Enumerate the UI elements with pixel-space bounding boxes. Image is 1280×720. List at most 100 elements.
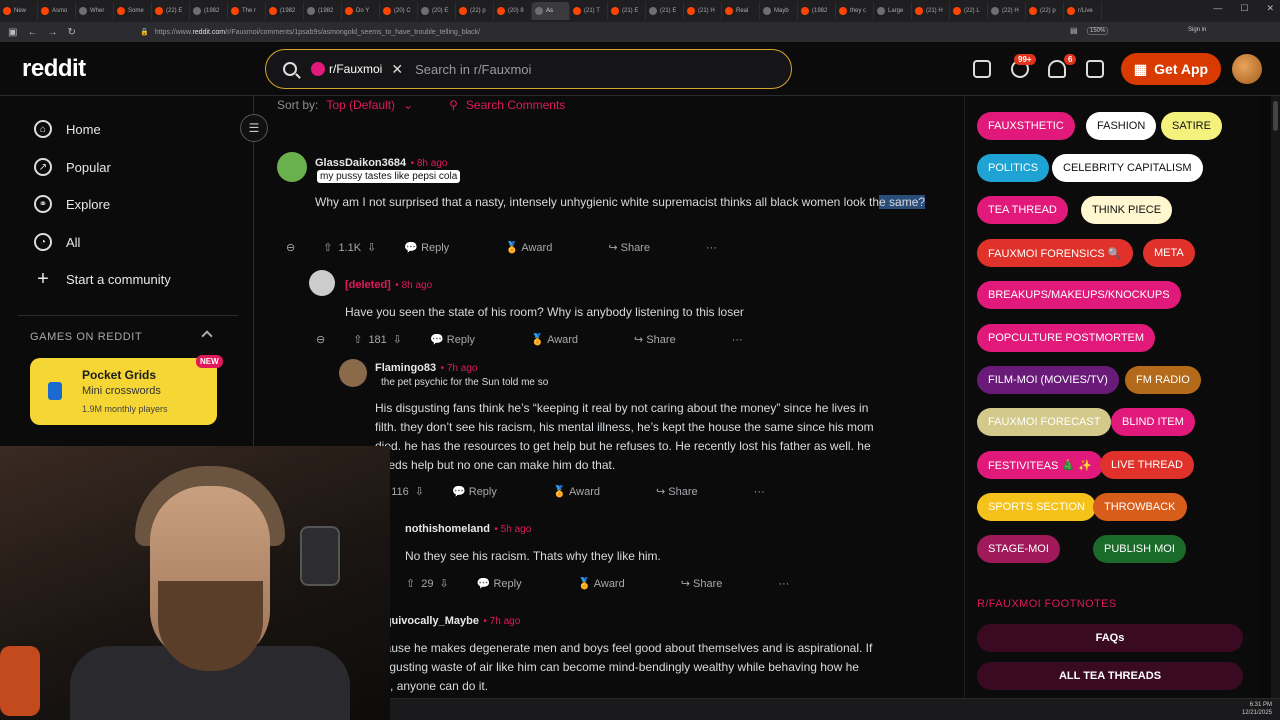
flair-chip[interactable]: STAGE-MOI	[977, 535, 1060, 563]
flair-chip[interactable]: FESTIVITEAS 🎄 ✨	[977, 451, 1103, 479]
browser-tab[interactable]: Do Y	[342, 2, 380, 20]
collapse-icon[interactable]: ⊖	[316, 333, 325, 346]
browser-tab[interactable]: (21) H	[684, 2, 722, 20]
sidebar-item-start-community[interactable]: + Start a community	[34, 268, 171, 290]
sidebar-item-all[interactable]: ◔ All	[34, 233, 80, 251]
browser-tab[interactable]: (1982	[190, 2, 228, 20]
browser-tab[interactable]: (21) E	[646, 2, 684, 20]
more-options-icon[interactable]: ···	[754, 486, 765, 498]
avatar[interactable]	[339, 359, 367, 387]
browser-tab[interactable]: r/Live	[1064, 2, 1102, 20]
award-button[interactable]: 🏅 Award	[505, 241, 580, 254]
award-button[interactable]: 🏅 Award	[553, 485, 628, 498]
comment-author[interactable]: GlassDaikon3684	[315, 157, 406, 169]
browser-tab[interactable]: Some	[114, 2, 152, 20]
upvote-icon[interactable]: ⇧	[406, 577, 415, 590]
browser-tab[interactable]: (22) p	[456, 2, 494, 20]
minimize-icon[interactable]: —	[1213, 3, 1222, 14]
flair-chip[interactable]: BREAKUPS/MAKEUPS/KNOCKUPS	[977, 281, 1181, 309]
browser-tab[interactable]: (21) E	[608, 2, 646, 20]
flair-chip[interactable]: BLIND ITEM	[1111, 408, 1195, 436]
back-icon[interactable]: ←	[27, 27, 37, 38]
browser-tab[interactable]: (22) p	[1026, 2, 1064, 20]
browser-tab[interactable]: Wher	[76, 2, 114, 20]
flair-chip[interactable]: POPCULTURE POSTMORTEM	[977, 324, 1156, 352]
browser-tab[interactable]: (20) 8	[494, 2, 532, 20]
search-input[interactable]: Search in r/Fauxmoi	[415, 62, 531, 77]
downvote-icon[interactable]: ⇩	[415, 485, 424, 498]
search-comments-icon[interactable]: ⚲	[449, 98, 458, 112]
chevron-up-icon[interactable]	[201, 330, 213, 342]
reddit-logo[interactable]: reddit	[22, 55, 86, 83]
browser-tab[interactable]: Asmo	[38, 2, 76, 20]
zoom-indicator[interactable]: 150%	[1087, 27, 1109, 35]
upvote-icon[interactable]: ⇧	[353, 333, 362, 346]
flair-chip[interactable]: META	[1143, 239, 1195, 267]
flair-chip[interactable]: FASHION	[1086, 112, 1157, 140]
maximize-icon[interactable]: ☐	[1240, 3, 1248, 14]
reply-button[interactable]: 💬 Reply	[430, 333, 503, 346]
browser-tab[interactable]: (20) C	[380, 2, 418, 20]
share-button[interactable]: ↪ Share	[608, 241, 678, 254]
game-card-pocket-grids[interactable]: Pocket Grids Mini crosswords 1.9M monthl…	[30, 358, 217, 425]
flair-chip[interactable]: THROWBACK	[1093, 493, 1187, 521]
ads-icon[interactable]	[973, 60, 991, 78]
more-options-icon[interactable]: ···	[778, 578, 789, 590]
reader-icon[interactable]: ▤	[1070, 26, 1078, 35]
flair-chip[interactable]: SPORTS SECTION	[977, 493, 1096, 521]
browser-tab[interactable]: (1982	[304, 2, 342, 20]
downvote-icon[interactable]: ⇩	[393, 333, 402, 346]
reply-button[interactable]: 💬 Reply	[452, 485, 525, 498]
browser-tab[interactable]: (21) T	[570, 2, 608, 20]
search-bar[interactable]: r/Fauxmoi ✕ Search in r/Fauxmoi	[265, 49, 792, 89]
flair-chip[interactable]: FAUXMOI FORENSICS 🔍	[977, 239, 1133, 267]
browser-tab[interactable]: (20) E	[418, 2, 456, 20]
flair-chip[interactable]: LIVE THREAD	[1100, 451, 1194, 479]
comment-author[interactable]: Flamingo83	[375, 362, 436, 374]
avatar[interactable]	[277, 152, 307, 182]
more-options-icon[interactable]: ···	[706, 242, 717, 254]
reply-button[interactable]: 💬 Reply	[404, 241, 477, 254]
browser-tab[interactable]: (22) L	[950, 2, 988, 20]
avatar[interactable]	[309, 270, 335, 296]
get-app-button[interactable]: ▦ Get App	[1121, 53, 1221, 85]
create-post-icon[interactable]	[1086, 60, 1104, 78]
collapse-icon[interactable]: ⊖	[286, 241, 295, 254]
browser-tab[interactable]: The r	[228, 2, 266, 20]
downvote-icon[interactable]: ⇩	[367, 241, 376, 254]
browser-tab[interactable]: (1982	[266, 2, 304, 20]
flair-chip[interactable]: FILM-MOI (MOVIES/TV)	[977, 366, 1119, 394]
downvote-icon[interactable]: ⇩	[439, 577, 448, 590]
chip-close-icon[interactable]: ✕	[391, 61, 403, 78]
browser-tab[interactable]: (22) H	[988, 2, 1026, 20]
browser-tab[interactable]: (21) H	[912, 2, 950, 20]
sort-dropdown[interactable]: Top (Default)	[326, 98, 395, 112]
close-icon[interactable]: ✕	[1266, 3, 1274, 14]
forward-icon[interactable]: →	[47, 27, 57, 38]
sidebar-item-explore[interactable]: ⚭ Explore	[34, 195, 110, 213]
scrollbar-thumb[interactable]	[1273, 101, 1278, 131]
browser-signin[interactable]: Sign in	[1188, 27, 1206, 33]
browser-tab[interactable]: they c	[836, 2, 874, 20]
award-button[interactable]: 🏅 Award	[531, 333, 606, 346]
browser-tab[interactable]: (1982	[798, 2, 836, 20]
faqs-button[interactable]: FAQs	[977, 624, 1243, 652]
flair-chip[interactable]: FAUXSTHETIC	[977, 112, 1075, 140]
reload-icon[interactable]: ↻	[67, 27, 75, 38]
reply-button[interactable]: 💬 Reply	[477, 577, 550, 590]
subreddit-chip[interactable]: r/Fauxmoi ✕	[311, 61, 403, 78]
flair-chip[interactable]: TEA THREAD	[977, 196, 1068, 224]
browser-tab[interactable]: New	[0, 2, 38, 20]
scrollbar[interactable]	[1271, 96, 1280, 698]
sidebar-toggle-icon[interactable]: ▣	[8, 27, 17, 38]
user-avatar[interactable]	[1232, 54, 1262, 84]
url-field[interactable]: 🔒 https://www.reddit.com/r/Fauxmoi/comme…	[140, 25, 1060, 39]
browser-tab[interactable]: Mayb	[760, 2, 798, 20]
sidebar-item-popular[interactable]: ↗ Popular	[34, 158, 111, 176]
share-button[interactable]: ↪ Share	[656, 485, 726, 498]
browser-tab[interactable]: Real	[722, 2, 760, 20]
upvote-icon[interactable]: ⇧	[323, 241, 332, 254]
flair-chip[interactable]: THINK PIECE	[1081, 196, 1173, 224]
flair-chip[interactable]: POLITICS	[977, 154, 1050, 182]
search-comments-input[interactable]: Search Comments	[466, 98, 565, 112]
